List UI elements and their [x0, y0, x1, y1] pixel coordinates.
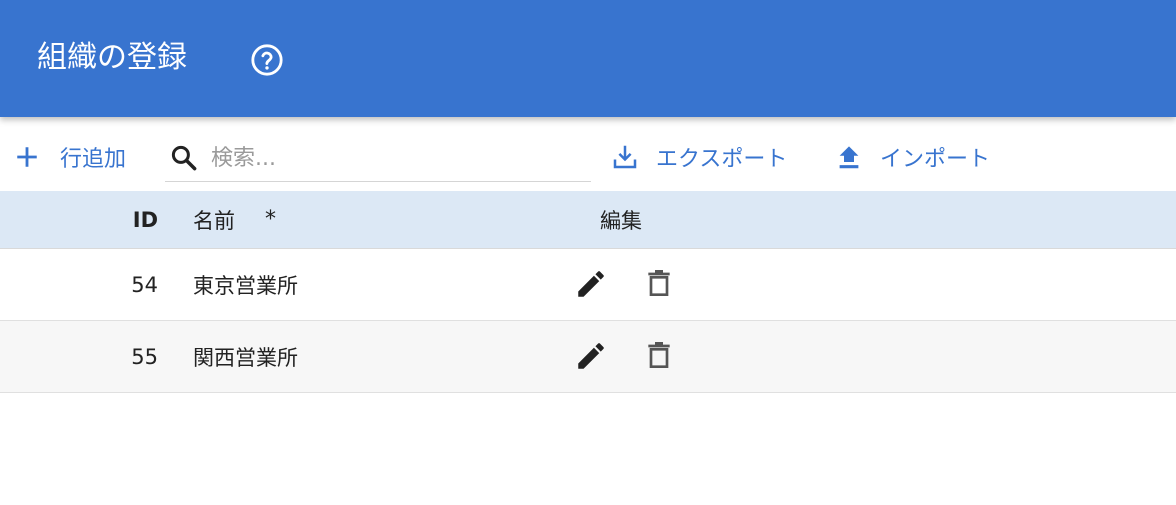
pencil-icon[interactable]	[574, 267, 608, 301]
table-header: ID 名前 * 編集	[0, 191, 1176, 249]
table-row[interactable]: 54 東京営業所	[0, 249, 1176, 321]
column-header-edit: 編集	[600, 191, 642, 248]
column-header-id[interactable]: ID	[0, 191, 158, 248]
trash-icon[interactable]	[643, 339, 675, 373]
page-title: 組織の登録	[37, 40, 187, 75]
add-row-label: 行追加	[60, 147, 127, 172]
help-icon[interactable]	[250, 43, 284, 77]
plus-icon	[17, 147, 37, 167]
export-label: エクスポート	[656, 147, 788, 172]
row-id-cell: 55	[131, 344, 158, 369]
column-header-edit-label: 編集	[600, 208, 642, 233]
column-header-name[interactable]: 名前 *	[193, 191, 276, 248]
import-button[interactable]: インポート	[834, 139, 990, 175]
search-field	[165, 135, 591, 182]
search-icon	[171, 145, 197, 171]
table-row[interactable]: 55 関西営業所	[0, 321, 1176, 393]
toolbar: 行追加 エクスポート インポート	[0, 117, 1176, 191]
trash-icon[interactable]	[643, 267, 675, 301]
row-name-cell[interactable]: 東京営業所	[193, 249, 298, 320]
search-input[interactable]	[209, 139, 583, 177]
export-button[interactable]: エクスポート	[610, 139, 787, 175]
app-header: 組織の登録	[0, 0, 1176, 117]
required-marker: *	[265, 207, 276, 232]
column-header-name-label: 名前	[193, 208, 235, 233]
pencil-icon[interactable]	[574, 339, 608, 373]
row-name-cell[interactable]: 関西営業所	[193, 321, 298, 392]
add-row-button[interactable]: 行追加	[14, 139, 126, 175]
import-label: インポート	[880, 147, 991, 172]
download-icon	[613, 145, 637, 169]
upload-icon	[839, 146, 859, 169]
row-id-cell: 54	[131, 272, 158, 297]
column-header-id-label: ID	[132, 207, 158, 232]
